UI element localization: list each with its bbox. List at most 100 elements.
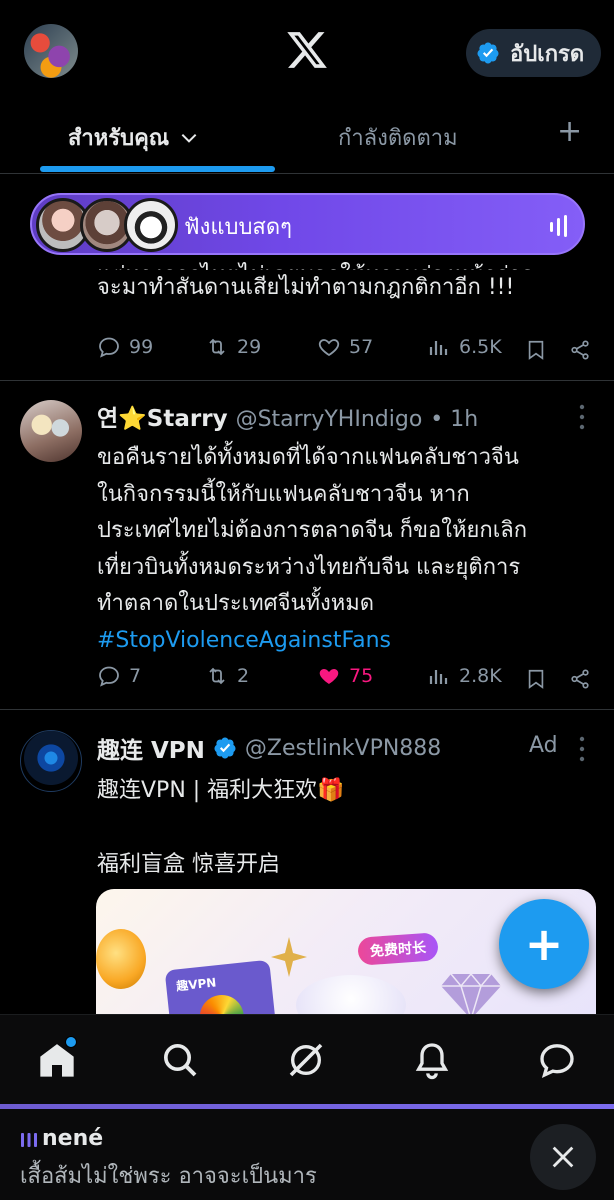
vpn-card-graphic: 趣VPN: [164, 959, 277, 1019]
tweet-divider: [0, 709, 614, 710]
share-icon[interactable]: [569, 338, 591, 362]
notifications-icon: [415, 1043, 449, 1080]
live-spaces-pill[interactable]: ฟังแบบสดๆ: [30, 193, 585, 255]
plus-icon: +: [524, 917, 564, 971]
top-header: อัปเกรด: [0, 0, 614, 96]
nav-messages[interactable]: [537, 1040, 577, 1080]
reply-button[interactable]: 99: [97, 335, 153, 359]
reply-button[interactable]: 7: [97, 664, 141, 688]
more-options-icon[interactable]: [579, 404, 585, 430]
tab-for-you-label: สำหรับคุณ: [68, 126, 170, 151]
grok-icon: [289, 1043, 323, 1077]
nav-grok[interactable]: [286, 1040, 326, 1080]
like-count: 75: [349, 665, 374, 687]
tweet-text: ขอคืนรายได้ทั้งหมดที่ได้จากแฟนคลับชาวจีน…: [97, 440, 597, 659]
ad-label: Ad: [529, 733, 558, 758]
tweet-divider: [0, 380, 614, 381]
like-button[interactable]: 75: [317, 664, 373, 688]
close-button[interactable]: [530, 1124, 596, 1190]
tweet-time: • 1h: [430, 407, 479, 432]
reply-icon: [99, 337, 119, 358]
bottom-navigation: [0, 1014, 614, 1104]
reply-icon: [99, 666, 119, 687]
nav-home[interactable]: [37, 1036, 77, 1080]
reply-count: 99: [129, 336, 154, 358]
search-icon: [164, 1044, 197, 1077]
more-options-icon[interactable]: [579, 736, 585, 762]
chevron-down-icon: [181, 133, 197, 143]
live-label: ฟังแบบสดๆ: [184, 215, 292, 240]
retweet-button[interactable]: 2: [205, 664, 249, 688]
tweet-text-line: ขอคืนรายได้ทั้งหมดที่ได้จากแฟนคลับชาวจีน: [97, 445, 519, 470]
diamond-icon: [441, 972, 501, 1019]
retweet-count: 29: [237, 336, 262, 358]
views-button[interactable]: 6.5K: [427, 335, 502, 359]
tweet-text-line: ในกิจกรรมนี้ให้กับแฟนคลับชาวจีน หาก: [97, 481, 470, 507]
ad-text-line: 福利盲盒 惊喜开启: [97, 852, 280, 877]
tweet-author-handle[interactable]: @ZestlinkVPN888: [245, 736, 441, 761]
views-count: 6.5K: [459, 336, 502, 358]
views-icon: [429, 341, 448, 355]
retweet-icon: [209, 667, 225, 685]
profile-avatar[interactable]: [24, 24, 78, 78]
player-progress-bar: [0, 1104, 614, 1109]
views-button[interactable]: 2.8K: [427, 664, 502, 688]
bookmark-icon[interactable]: [525, 338, 547, 362]
tweet-text: แต่ทางการไทยไม่เคยบอกให้ทราบล่วงหน้าว่าจ…: [97, 258, 597, 330]
upgrade-button[interactable]: อัปเกรด: [466, 29, 601, 77]
card-label: 趣VPN: [175, 975, 218, 994]
tab-for-you[interactable]: สำหรับคุณ: [68, 120, 199, 155]
tweet-text-line: จะมาทำสันดานเสียไม่ทำตามกฎกติกาอีก !!!: [97, 275, 515, 300]
tweet-header: 연⭐Starry @StarryYHIndigo • 1h: [97, 399, 478, 433]
tab-following[interactable]: กำลังติดตาม: [338, 120, 458, 155]
verified-badge-icon: [477, 42, 499, 64]
close-icon: [552, 1146, 574, 1168]
retweet-button[interactable]: 29: [205, 335, 261, 359]
compose-button[interactable]: +: [499, 899, 589, 989]
share-icon[interactable]: [569, 667, 591, 691]
tweet-author-handle[interactable]: @StarryYHIndigo: [236, 407, 423, 432]
retweet-count: 2: [237, 665, 250, 687]
views-count: 2.8K: [459, 665, 502, 687]
sparkle-icon: [271, 937, 307, 977]
heart-filled-icon: [319, 669, 339, 684]
hashtag-link[interactable]: #StopViolenceAgainstFans: [97, 623, 597, 660]
tweet-header: 趣连 VPN @ZestlinkVPN888: [97, 731, 441, 765]
notification-dot: [65, 1036, 77, 1048]
tweet-author-name[interactable]: 趣连 VPN: [97, 731, 205, 765]
live-host-avatar: [124, 198, 178, 252]
heart-icon: [318, 339, 340, 357]
audio-bars-icon: [21, 1133, 37, 1147]
ad-text-line: 趣连VPN | 福利大狂欢🎁: [97, 778, 345, 803]
bookmark-icon[interactable]: [525, 667, 547, 691]
nav-notifications[interactable]: [412, 1040, 452, 1080]
messages-icon: [540, 1044, 574, 1079]
tweet-text-line: เที่ยวบินทั้งหมดระหว่างไทยกับจีน และยุติ…: [97, 554, 521, 580]
tweet-author-avatar[interactable]: [20, 400, 82, 462]
free-time-badge: 免费时长: [357, 932, 439, 966]
tweet-actions: 7 2 75 2.8K: [97, 664, 597, 694]
tweet-actions: 99 29 57 6.5K: [97, 335, 597, 365]
views-icon: [429, 670, 448, 684]
tweet-text-line: ทำตลาดในประเทศจีนทั้งหมด: [97, 591, 375, 616]
tweet-text-clipped-line: แต่ทางการไทยไม่เคยบอกให้ทราบล่วงหน้าว่าจ…: [97, 258, 597, 270]
x-logo-icon[interactable]: [285, 28, 329, 72]
like-button[interactable]: 57: [317, 335, 373, 359]
retweet-icon: [209, 338, 225, 356]
space-host-name: nené: [42, 1126, 104, 1151]
upgrade-label: อัปเกรด: [510, 41, 585, 67]
plus-icon[interactable]: +: [557, 114, 582, 149]
tweet-text-line: ประเทศไทยไม่ต้องการตลาดจีน ก็ขอให้ยกเลิก: [97, 518, 528, 543]
coin-graphic: [96, 929, 146, 989]
like-count: 57: [349, 336, 374, 358]
now-playing-bar[interactable]: nené เสื้อส้มไม่ใช่พระ อาจจะเป็นมาร: [0, 1104, 614, 1200]
active-tab-indicator: [40, 166, 275, 172]
reply-count: 7: [129, 665, 142, 687]
verified-badge-icon: [214, 737, 236, 759]
cloud-graphic: [296, 975, 406, 1019]
ad-author-avatar[interactable]: [20, 730, 82, 792]
timeline-tabs: สำหรับคุณ กำลังติดตาม +: [0, 108, 614, 174]
nav-search[interactable]: [160, 1040, 200, 1080]
tweet-author-name[interactable]: 연⭐Starry: [97, 399, 228, 433]
space-title: เสื้อส้มไม่ใช่พระ อาจจะเป็นมาร: [20, 1164, 317, 1189]
